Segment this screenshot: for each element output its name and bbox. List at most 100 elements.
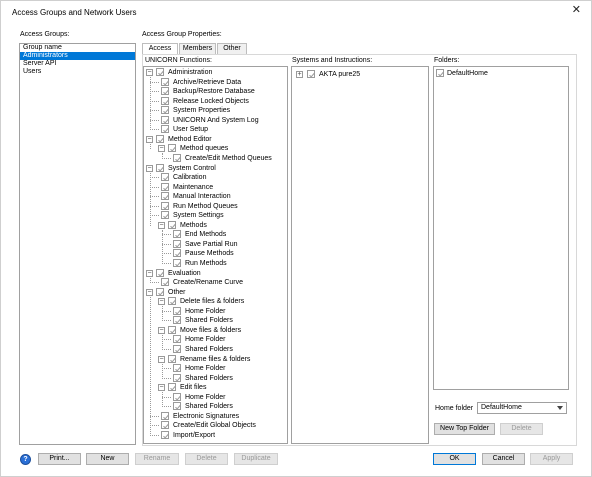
delete-folder-button[interactable]: Delete xyxy=(500,423,543,435)
check-icon[interactable] xyxy=(156,134,164,143)
collapse-icon[interactable]: − xyxy=(158,384,165,392)
check-icon[interactable] xyxy=(156,68,164,76)
check-icon[interactable] xyxy=(161,106,169,115)
function-node[interactable]: Home Folder xyxy=(162,392,284,402)
new-button[interactable]: New xyxy=(86,453,129,465)
collapse-icon[interactable]: − xyxy=(158,221,165,229)
check-icon[interactable] xyxy=(168,325,176,334)
function-node[interactable]: System Settings xyxy=(150,211,284,220)
function-node[interactable]: − Method Editor xyxy=(146,134,284,144)
function-node[interactable]: Maintenance xyxy=(150,182,284,192)
collapse-icon[interactable]: − xyxy=(158,355,165,363)
apply-button[interactable]: Apply xyxy=(530,453,573,465)
function-node[interactable]: Create/Edit Method Queues xyxy=(162,153,284,163)
collapse-icon[interactable]: − xyxy=(158,326,165,334)
function-node[interactable]: UNICORN And System Log xyxy=(150,115,284,125)
check-icon[interactable] xyxy=(161,411,169,420)
new-top-folder-button[interactable]: New Top Folder xyxy=(434,423,495,435)
check-icon[interactable] xyxy=(168,297,176,306)
check-icon[interactable] xyxy=(173,344,181,353)
close-icon[interactable]: ✕ xyxy=(572,5,581,16)
collapse-icon[interactable]: − xyxy=(146,164,153,172)
check-icon[interactable] xyxy=(173,364,181,373)
function-node[interactable]: Release Locked Objects xyxy=(150,96,284,106)
function-node[interactable]: End Methods xyxy=(162,230,284,239)
function-node[interactable]: Electronic Signatures xyxy=(150,411,284,421)
check-icon[interactable] xyxy=(173,316,181,325)
check-icon[interactable] xyxy=(307,70,315,78)
check-icon[interactable] xyxy=(173,153,181,162)
check-icon[interactable] xyxy=(161,77,169,86)
function-node[interactable]: − System Control xyxy=(146,163,284,173)
group-item[interactable]: Server API xyxy=(20,60,135,68)
group-item[interactable]: Group name xyxy=(20,44,135,52)
home-folder-select[interactable]: DefaultHome xyxy=(477,402,567,414)
function-node[interactable]: − Delete files & folders xyxy=(158,297,284,306)
group-item[interactable]: Users xyxy=(20,68,135,76)
function-node[interactable]: − Method queues xyxy=(158,144,284,153)
check-icon[interactable] xyxy=(173,306,181,315)
check-icon[interactable] xyxy=(161,201,169,210)
check-icon[interactable] xyxy=(161,278,169,287)
delete-button[interactable]: Delete xyxy=(185,453,228,465)
function-node[interactable]: Home Folder xyxy=(162,364,284,373)
systems-tree[interactable]: + AKTA pure25 xyxy=(291,66,429,444)
collapse-icon[interactable]: − xyxy=(146,288,153,296)
function-node[interactable]: Create/Edit Global Objects xyxy=(150,421,284,430)
tab-other[interactable]: Other xyxy=(217,43,247,54)
check-icon[interactable] xyxy=(173,249,181,258)
function-node[interactable]: Pause Methods xyxy=(162,249,284,258)
function-node[interactable]: − Methods xyxy=(158,220,284,230)
check-icon[interactable] xyxy=(161,115,169,124)
expand-icon[interactable]: + xyxy=(296,71,303,78)
collapse-icon[interactable]: − xyxy=(146,135,153,143)
check-icon[interactable] xyxy=(168,354,176,363)
tab-members[interactable]: Members xyxy=(179,43,216,54)
check-icon[interactable] xyxy=(168,383,176,392)
cancel-button[interactable]: Cancel xyxy=(482,453,525,465)
function-node[interactable]: Home Folder xyxy=(162,335,284,344)
function-node[interactable]: − Move files & folders xyxy=(158,325,284,335)
check-icon[interactable] xyxy=(161,87,169,96)
group-item[interactable]: Administrators xyxy=(20,52,135,60)
rename-button[interactable]: Rename xyxy=(135,453,179,465)
function-node[interactable]: − Edit files xyxy=(158,383,284,392)
function-node[interactable]: User Setup xyxy=(150,125,284,134)
check-icon[interactable] xyxy=(156,268,164,277)
function-node[interactable]: Run Methods xyxy=(162,259,284,268)
access-groups-list[interactable]: Group name Administrators Server API Use… xyxy=(19,43,136,445)
check-icon[interactable] xyxy=(161,192,169,201)
function-node[interactable]: Create/Rename Curve xyxy=(150,278,284,287)
collapse-icon[interactable]: − xyxy=(146,269,153,277)
function-node[interactable]: − Administration xyxy=(146,68,284,77)
check-icon[interactable] xyxy=(173,402,181,411)
print-button[interactable]: Print... xyxy=(38,453,81,465)
help-icon[interactable]: ? xyxy=(20,454,31,465)
check-icon[interactable] xyxy=(173,259,181,267)
folder-node[interactable]: DefaultHome xyxy=(436,69,556,78)
check-icon[interactable] xyxy=(436,69,444,77)
function-node[interactable]: System Properties xyxy=(150,106,284,115)
collapse-icon[interactable]: − xyxy=(158,145,165,153)
function-node[interactable]: Shared Folders xyxy=(162,316,284,325)
function-node[interactable]: Save Partial Run xyxy=(162,239,284,249)
check-icon[interactable] xyxy=(161,211,169,220)
function-node[interactable]: Import/Export xyxy=(150,430,284,440)
collapse-icon[interactable]: − xyxy=(146,69,153,76)
function-node[interactable]: − Other xyxy=(146,287,284,297)
function-node[interactable]: − Evaluation xyxy=(146,268,284,278)
function-node[interactable]: Calibration xyxy=(150,173,284,182)
check-icon[interactable] xyxy=(156,163,164,172)
check-icon[interactable] xyxy=(168,220,176,229)
function-node[interactable]: Backup/Restore Database xyxy=(150,87,284,96)
check-icon[interactable] xyxy=(168,144,176,153)
check-icon[interactable] xyxy=(161,430,169,439)
unicorn-functions-tree[interactable]: − Administration Archive/Retrieve Data Back… xyxy=(144,67,286,444)
check-icon[interactable] xyxy=(173,373,181,382)
check-icon[interactable] xyxy=(173,335,181,344)
function-node[interactable]: Home Folder xyxy=(162,306,284,316)
function-node[interactable]: Shared Folders xyxy=(162,373,284,383)
function-node[interactable]: Archive/Retrieve Data xyxy=(150,77,284,87)
check-icon[interactable] xyxy=(161,125,169,134)
folders-list[interactable]: DefaultHome xyxy=(433,66,569,390)
